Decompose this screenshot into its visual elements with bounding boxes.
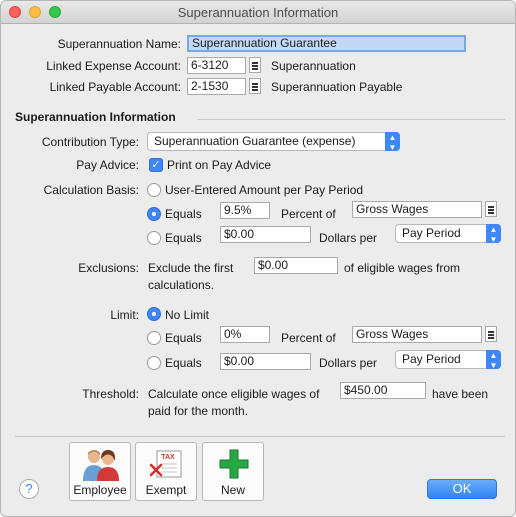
superannuation-window: Superannuation Information Superannuatio…: [0, 0, 516, 517]
section-title: Superannuation Information: [15, 110, 176, 124]
threshold-prefix: Calculate once eligible wages of: [148, 387, 320, 401]
exempt-button[interactable]: TAX Exempt: [135, 442, 197, 501]
calc-percent-of-label: Percent of: [281, 207, 336, 221]
limit-equals-label[interactable]: Equals: [165, 356, 202, 370]
exclusions-suffix: of eligible wages from: [344, 261, 461, 275]
new-button-label: New: [220, 483, 245, 497]
calc-period-select[interactable]: Pay Period ▲ ▼: [395, 224, 501, 244]
threshold-suffix: have been: [432, 387, 489, 401]
contribution-type-value: Superannuation Guarantee (expense): [154, 134, 356, 148]
contribution-type-label: Contribution Type:: [41, 135, 139, 149]
calc-percent-radio[interactable]: [147, 207, 161, 221]
threshold-input[interactable]: $450.00: [340, 382, 426, 399]
limit-none-radio[interactable]: [147, 307, 161, 321]
linked-expense-input[interactable]: 6-3120: [187, 57, 246, 74]
lookup-list-icon[interactable]: [485, 326, 497, 342]
calc-user-entered-radio[interactable]: [147, 183, 161, 197]
limit-period-value: Pay Period: [402, 352, 461, 366]
calc-percent-base-input[interactable]: Gross Wages: [352, 201, 482, 218]
threshold-suffix-line2: paid for the month.: [148, 404, 249, 418]
new-button[interactable]: New: [202, 442, 264, 501]
pay-advice-option-label[interactable]: Print on Pay Advice: [167, 158, 271, 172]
calculation-basis-label: Calculation Basis:: [43, 183, 139, 197]
limit-label: Limit:: [110, 308, 139, 322]
section-divider: [197, 119, 505, 120]
lookup-list-icon[interactable]: [249, 78, 261, 94]
title-bar: Superannuation Information: [1, 1, 515, 24]
linked-payable-label: Linked Payable Account:: [49, 80, 181, 94]
ok-button[interactable]: OK: [427, 479, 497, 499]
limit-dollars-radio[interactable]: [147, 356, 161, 370]
linked-expense-name: Superannuation: [271, 59, 356, 73]
exclusions-suffix-line2: calculations.: [148, 278, 215, 292]
help-button[interactable]: ?: [19, 479, 39, 499]
calc-equals-label[interactable]: Equals: [165, 207, 202, 221]
calc-period-value: Pay Period: [402, 226, 461, 240]
linked-expense-label: Linked Expense Account:: [46, 59, 181, 73]
exempt-button-label: Exempt: [145, 483, 187, 497]
employee-people-icon: [83, 450, 119, 481]
new-plus-icon: [219, 449, 249, 479]
footer-divider: [15, 436, 505, 437]
window-title: Superannuation Information: [177, 5, 339, 20]
limit-dollars-per-label: Dollars per: [319, 356, 378, 370]
pay-advice-label: Pay Advice:: [76, 158, 139, 172]
pay-advice-checkbox[interactable]: ✓: [149, 158, 163, 172]
exclusions-prefix: Exclude the first: [148, 261, 234, 275]
contribution-type-select[interactable]: Superannuation Guarantee (expense) ▲ ▼: [147, 132, 400, 152]
calc-equals-label[interactable]: Equals: [165, 231, 202, 245]
exclusions-label: Exclusions:: [78, 261, 139, 275]
super-name-label: Superannuation Name:: [57, 37, 181, 51]
limit-none-label[interactable]: No Limit: [165, 308, 209, 322]
linked-payable-name: Superannuation Payable: [271, 80, 403, 94]
chevron-updown-icon: ▲ ▼: [486, 350, 501, 370]
limit-percent-input[interactable]: 0%: [220, 326, 270, 343]
limit-equals-label[interactable]: Equals: [165, 331, 202, 345]
exempt-tax-icon: TAX: [149, 450, 182, 478]
calc-user-entered-label[interactable]: User-Entered Amount per Pay Period: [165, 183, 363, 197]
employee-button-label: Employee: [73, 483, 127, 497]
limit-percent-of-label: Percent of: [281, 331, 336, 345]
lookup-list-icon[interactable]: [485, 201, 497, 217]
lookup-list-icon[interactable]: [249, 57, 261, 73]
exempt-tax-text: TAX: [161, 454, 175, 461]
chevron-updown-icon: ▲ ▼: [385, 132, 400, 152]
exclusions-input[interactable]: $0.00: [254, 257, 338, 274]
limit-period-select[interactable]: Pay Period ▲ ▼: [395, 350, 501, 370]
calc-percent-input[interactable]: 9.5%: [220, 202, 270, 219]
calc-dollars-radio[interactable]: [147, 231, 161, 245]
employee-button[interactable]: Employee: [69, 442, 131, 501]
super-name-input[interactable]: Superannuation Guarantee: [187, 35, 466, 52]
chevron-updown-icon: ▲ ▼: [486, 224, 501, 244]
linked-payable-input[interactable]: 2-1530: [187, 78, 246, 95]
calc-dollars-input[interactable]: $0.00: [220, 226, 311, 243]
threshold-label: Threshold:: [82, 387, 139, 401]
limit-percent-base-input[interactable]: Gross Wages: [352, 326, 482, 343]
limit-percent-radio[interactable]: [147, 331, 161, 345]
limit-dollars-input[interactable]: $0.00: [220, 353, 311, 370]
calc-dollars-per-label: Dollars per: [319, 231, 378, 245]
